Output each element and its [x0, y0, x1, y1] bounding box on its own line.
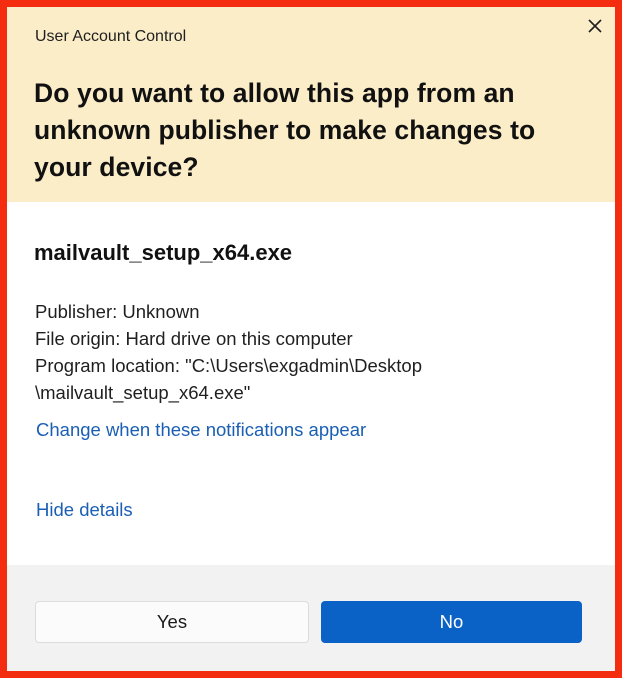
- hide-details-link[interactable]: Hide details: [36, 499, 133, 521]
- uac-dialog: User Account Control Do you want to allo…: [0, 0, 622, 678]
- details-panel: Publisher: Unknown File origin: Hard dri…: [35, 298, 595, 406]
- close-icon: [588, 19, 602, 33]
- program-location-text-cont: \mailvault_setup_x64.exe": [35, 382, 251, 403]
- yes-button[interactable]: Yes: [35, 601, 309, 643]
- close-button[interactable]: [581, 12, 609, 40]
- prompt-question: Do you want to allow this app from an un…: [34, 78, 536, 182]
- dialog-footer: Yes No: [7, 565, 615, 671]
- file-origin-text: File origin: Hard drive on this computer: [35, 328, 353, 349]
- window-title: User Account Control: [35, 28, 187, 45]
- no-button[interactable]: No: [321, 601, 582, 643]
- program-location-text: Program location: "C:\Users\exgadmin\Des…: [35, 355, 423, 376]
- dialog-header: User Account Control Do you want to allo…: [7, 7, 615, 202]
- file-name: mailvault_setup_x64.exe: [34, 240, 293, 265]
- change-notifications-link[interactable]: Change when these notifications appear: [36, 419, 366, 441]
- publisher-text: Publisher: Unknown: [35, 301, 200, 322]
- dialog-body: mailvault_setup_x64.exe Publisher: Unkno…: [7, 202, 615, 565]
